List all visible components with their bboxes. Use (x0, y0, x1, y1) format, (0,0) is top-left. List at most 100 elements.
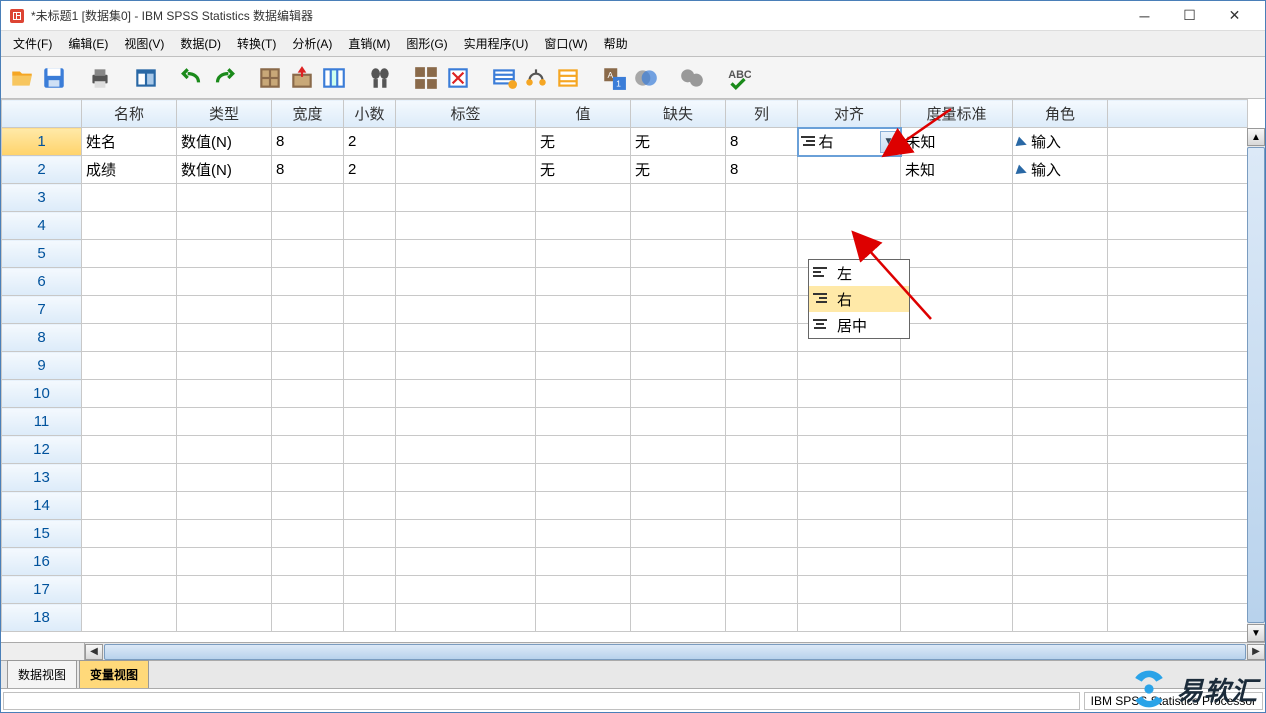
empty-cell[interactable] (901, 296, 1013, 324)
dropdown-arrow-icon[interactable]: ▼ (880, 131, 898, 153)
empty-cell[interactable] (901, 548, 1013, 576)
empty-cell[interactable] (272, 212, 344, 240)
cell[interactable] (396, 128, 536, 156)
empty-cell[interactable] (726, 520, 798, 548)
empty-cell[interactable] (177, 380, 272, 408)
empty-cell[interactable] (344, 324, 396, 352)
scroll-up-arrow[interactable]: ▲ (1247, 128, 1265, 146)
row-header[interactable]: 18 (2, 604, 82, 632)
menu-graphs[interactable]: 图形(G) (398, 31, 455, 56)
empty-cell[interactable] (536, 576, 631, 604)
empty-cell[interactable] (631, 604, 726, 632)
vertical-scrollbar[interactable]: ▲ ▼ (1247, 128, 1265, 642)
empty-cell[interactable] (344, 520, 396, 548)
empty-cell[interactable] (1013, 520, 1108, 548)
empty-cell[interactable] (1013, 576, 1108, 604)
menu-analyze[interactable]: 分析(A) (284, 31, 340, 56)
cell[interactable]: 姓名 (82, 128, 177, 156)
empty-cell[interactable] (901, 380, 1013, 408)
empty-cell[interactable] (396, 212, 536, 240)
empty-cell[interactable] (536, 520, 631, 548)
empty-cell[interactable] (901, 184, 1013, 212)
empty-cell[interactable] (726, 380, 798, 408)
value-labels-button[interactable] (521, 63, 551, 93)
empty-cell[interactable] (344, 184, 396, 212)
cell[interactable] (396, 156, 536, 184)
empty-cell[interactable] (396, 604, 536, 632)
empty-cell[interactable] (1013, 268, 1108, 296)
empty-cell[interactable] (1108, 240, 1248, 268)
recall-dialog-button[interactable] (131, 63, 161, 93)
empty-cell[interactable] (344, 576, 396, 604)
empty-cell[interactable] (1108, 212, 1248, 240)
empty-cell[interactable] (631, 548, 726, 576)
empty-cell[interactable] (344, 464, 396, 492)
empty-cell[interactable] (1013, 408, 1108, 436)
empty-cell[interactable] (726, 268, 798, 296)
empty-cell[interactable] (344, 212, 396, 240)
col-header-8[interactable]: 对齐 (798, 100, 901, 128)
row-header[interactable]: 12 (2, 436, 82, 464)
empty-cell[interactable] (177, 492, 272, 520)
show-all-variables-button[interactable]: A1 (599, 63, 629, 93)
empty-cell[interactable] (536, 464, 631, 492)
empty-cell[interactable] (536, 184, 631, 212)
cell[interactable]: 2 (344, 156, 396, 184)
empty-cell[interactable] (631, 240, 726, 268)
row-header[interactable]: 2 (2, 156, 82, 184)
empty-cell[interactable] (1013, 324, 1108, 352)
empty-cell[interactable] (536, 212, 631, 240)
empty-cell[interactable] (177, 436, 272, 464)
empty-cell[interactable] (901, 436, 1013, 464)
row-header[interactable]: 7 (2, 296, 82, 324)
empty-cell[interactable] (631, 324, 726, 352)
empty-cell[interactable] (177, 324, 272, 352)
empty-cell[interactable] (82, 240, 177, 268)
empty-cell[interactable] (726, 352, 798, 380)
empty-cell[interactable] (536, 296, 631, 324)
empty-cell[interactable] (177, 604, 272, 632)
empty-cell[interactable] (1108, 352, 1248, 380)
empty-cell[interactable] (1108, 296, 1248, 324)
scroll-left-arrow[interactable]: ◀ (85, 644, 103, 660)
empty-cell[interactable] (798, 184, 901, 212)
empty-cell[interactable] (82, 380, 177, 408)
empty-cell[interactable] (798, 520, 901, 548)
empty-cell[interactable] (344, 380, 396, 408)
empty-cell[interactable] (177, 464, 272, 492)
open-button[interactable] (7, 63, 37, 93)
menu-help[interactable]: 帮助 (596, 31, 636, 56)
empty-cell[interactable] (82, 212, 177, 240)
empty-cell[interactable] (344, 436, 396, 464)
empty-cell[interactable] (82, 520, 177, 548)
empty-cell[interactable] (344, 548, 396, 576)
row-header[interactable]: 13 (2, 464, 82, 492)
empty-cell[interactable] (177, 184, 272, 212)
empty-cell[interactable] (1108, 268, 1248, 296)
empty-cell[interactable] (396, 576, 536, 604)
empty-cell[interactable] (726, 324, 798, 352)
cell[interactable]: 数值(N) (177, 156, 272, 184)
customize-button[interactable] (631, 63, 661, 93)
empty-cell[interactable] (396, 268, 536, 296)
select-cases-button[interactable] (489, 63, 519, 93)
empty-cell[interactable] (272, 184, 344, 212)
empty-cell[interactable] (798, 408, 901, 436)
align-option-center[interactable]: 居中 (809, 312, 909, 338)
cell-role[interactable]: 输入 (1013, 156, 1108, 184)
minimize-button[interactable]: ─ (1122, 2, 1167, 30)
empty-cell[interactable] (82, 436, 177, 464)
row-header[interactable]: 1 (2, 128, 82, 156)
empty-cell[interactable] (798, 212, 901, 240)
empty-cell[interactable] (396, 408, 536, 436)
row-header[interactable]: 14 (2, 492, 82, 520)
row-header[interactable]: 8 (2, 324, 82, 352)
empty-cell[interactable] (536, 408, 631, 436)
empty-cell[interactable] (798, 492, 901, 520)
empty-cell[interactable] (272, 436, 344, 464)
cell[interactable]: 数值(N) (177, 128, 272, 156)
empty-cell[interactable] (536, 436, 631, 464)
empty-cell[interactable] (82, 352, 177, 380)
empty-cell[interactable] (901, 576, 1013, 604)
empty-cell[interactable] (1108, 464, 1248, 492)
